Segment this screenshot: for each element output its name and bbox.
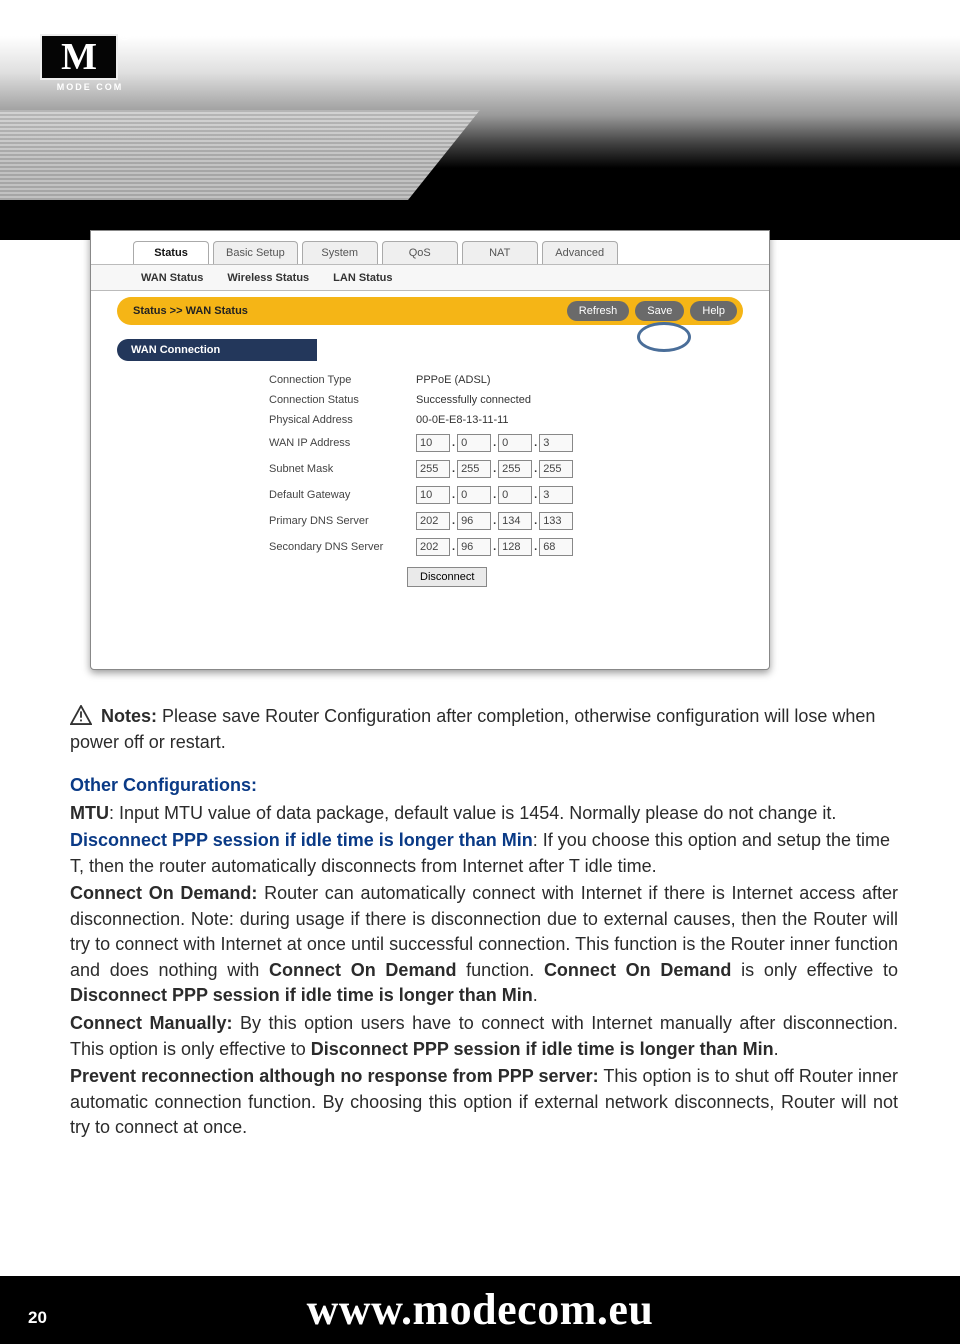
- cod-text2: function.: [456, 960, 543, 980]
- logo-name: MODE COM: [40, 83, 140, 92]
- help-button[interactable]: Help: [690, 301, 737, 321]
- dns2-fields: ...: [410, 535, 579, 559]
- gw-1[interactable]: [416, 486, 450, 504]
- wan-ip-4[interactable]: [539, 434, 573, 452]
- dns1-fields: ...: [410, 509, 579, 533]
- router-ui-screenshot: Status Basic Setup System QoS NAT Advanc…: [90, 230, 770, 670]
- gw-fields: ...: [410, 483, 579, 507]
- dns2-1[interactable]: [416, 538, 450, 556]
- label-wan-ip: WAN IP Address: [263, 431, 408, 455]
- wan-ip-3[interactable]: [498, 434, 532, 452]
- tab-advanced[interactable]: Advanced: [542, 241, 618, 264]
- mask-1[interactable]: [416, 460, 450, 478]
- cm-label: Connect Manually:: [70, 1013, 233, 1033]
- dns2-2[interactable]: [457, 538, 491, 556]
- disconnect-button[interactable]: Disconnect: [407, 567, 487, 587]
- cod-bold3: Disconnect PPP session if idle time is l…: [70, 985, 533, 1005]
- tab-status[interactable]: Status: [133, 241, 209, 264]
- value-conn-type: PPPoE (ADSL): [410, 371, 579, 389]
- value-conn-status: Successfully connected: [410, 391, 579, 409]
- dns2-3[interactable]: [498, 538, 532, 556]
- cod-text4: .: [533, 985, 538, 1005]
- document-body: Notes: Please save Router Configuration …: [70, 704, 898, 1143]
- dns1-1[interactable]: [416, 512, 450, 530]
- tab-nat[interactable]: NAT: [462, 241, 538, 264]
- mtu-label: MTU: [70, 803, 109, 823]
- cm-text2: .: [774, 1039, 779, 1059]
- wan-ip-1[interactable]: [416, 434, 450, 452]
- subtab-wireless-status[interactable]: Wireless Status: [227, 272, 309, 284]
- page-footer: 20 www.modecom.eu: [0, 1276, 960, 1344]
- subtab-lan-status[interactable]: LAN Status: [333, 272, 392, 284]
- gw-4[interactable]: [539, 486, 573, 504]
- gw-2[interactable]: [457, 486, 491, 504]
- label-phys-addr: Physical Address: [263, 411, 408, 429]
- mask-3[interactable]: [498, 460, 532, 478]
- notes-prefix: Notes:: [101, 706, 157, 726]
- cod-label: Connect On Demand:: [70, 883, 257, 903]
- dns1-3[interactable]: [498, 512, 532, 530]
- cod-text3: is only effective to: [731, 960, 898, 980]
- connect-manually-paragraph: Connect Manually: By this option users h…: [70, 1011, 898, 1062]
- wan-form-table: Connection Type PPPoE (ADSL) Connection …: [261, 369, 581, 561]
- cod-bold2: Connect On Demand: [544, 960, 731, 980]
- cod-bold1: Connect On Demand: [269, 960, 456, 980]
- notes-text: Please save Router Configuration after c…: [70, 706, 875, 752]
- label-dns2: Secondary DNS Server: [263, 535, 408, 559]
- other-config-heading: Other Configurations:: [70, 773, 898, 799]
- pr-label: Prevent reconnection although no respons…: [70, 1066, 599, 1086]
- disc-label: Disconnect PPP session if idle time is l…: [70, 830, 533, 850]
- mask-2[interactable]: [457, 460, 491, 478]
- sub-tabs: WAN Status Wireless Status LAN Status: [91, 264, 769, 291]
- label-conn-type: Connection Type: [263, 371, 408, 389]
- prevent-reconnection-paragraph: Prevent reconnection although no respons…: [70, 1064, 898, 1141]
- wan-ip-2[interactable]: [457, 434, 491, 452]
- footer-url: www.modecom.eu: [307, 1288, 654, 1332]
- save-button[interactable]: Save: [635, 301, 684, 321]
- brand-logo: M ® MODE COM: [40, 34, 140, 98]
- disconnect-ppp-paragraph: Disconnect PPP session if idle time is l…: [70, 828, 898, 879]
- mtu-paragraph: MTU: Input MTU value of data package, de…: [70, 801, 898, 827]
- breadcrumb: Status >> WAN Status: [133, 305, 561, 317]
- tab-basic-setup[interactable]: Basic Setup: [213, 241, 298, 264]
- tab-system[interactable]: System: [302, 241, 378, 264]
- registered-mark: ®: [120, 30, 130, 44]
- header-stripes: [0, 110, 480, 200]
- label-conn-status: Connection Status: [263, 391, 408, 409]
- refresh-button[interactable]: Refresh: [567, 301, 630, 321]
- cm-bold: Disconnect PPP session if idle time is l…: [311, 1039, 774, 1059]
- page-number: 20: [28, 1308, 47, 1328]
- notes-paragraph: Notes: Please save Router Configuration …: [70, 704, 898, 755]
- section-wan-connection: WAN Connection: [117, 339, 317, 361]
- breadcrumb-bar: Status >> WAN Status Refresh Save Help: [117, 297, 743, 325]
- dns2-4[interactable]: [539, 538, 573, 556]
- mtu-text: : Input MTU value of data package, defau…: [109, 803, 836, 823]
- logo-letter: M: [61, 38, 97, 76]
- wan-ip-fields: ...: [410, 431, 579, 455]
- tab-qos[interactable]: QoS: [382, 241, 458, 264]
- label-dns1: Primary DNS Server: [263, 509, 408, 533]
- warning-icon: [70, 705, 92, 725]
- value-phys-addr: 00-0E-E8-13-11-11: [410, 411, 579, 429]
- connect-on-demand-paragraph: Connect On Demand: Router can automatica…: [70, 881, 898, 1009]
- gw-3[interactable]: [498, 486, 532, 504]
- save-highlight-circle: [637, 322, 691, 352]
- subtab-wan-status[interactable]: WAN Status: [141, 272, 203, 284]
- mask-4[interactable]: [539, 460, 573, 478]
- main-tabs: Status Basic Setup System QoS NAT Advanc…: [91, 231, 769, 264]
- dns1-2[interactable]: [457, 512, 491, 530]
- label-default-gateway: Default Gateway: [263, 483, 408, 507]
- mask-fields: ...: [410, 457, 579, 481]
- dns1-4[interactable]: [539, 512, 573, 530]
- label-subnet-mask: Subnet Mask: [263, 457, 408, 481]
